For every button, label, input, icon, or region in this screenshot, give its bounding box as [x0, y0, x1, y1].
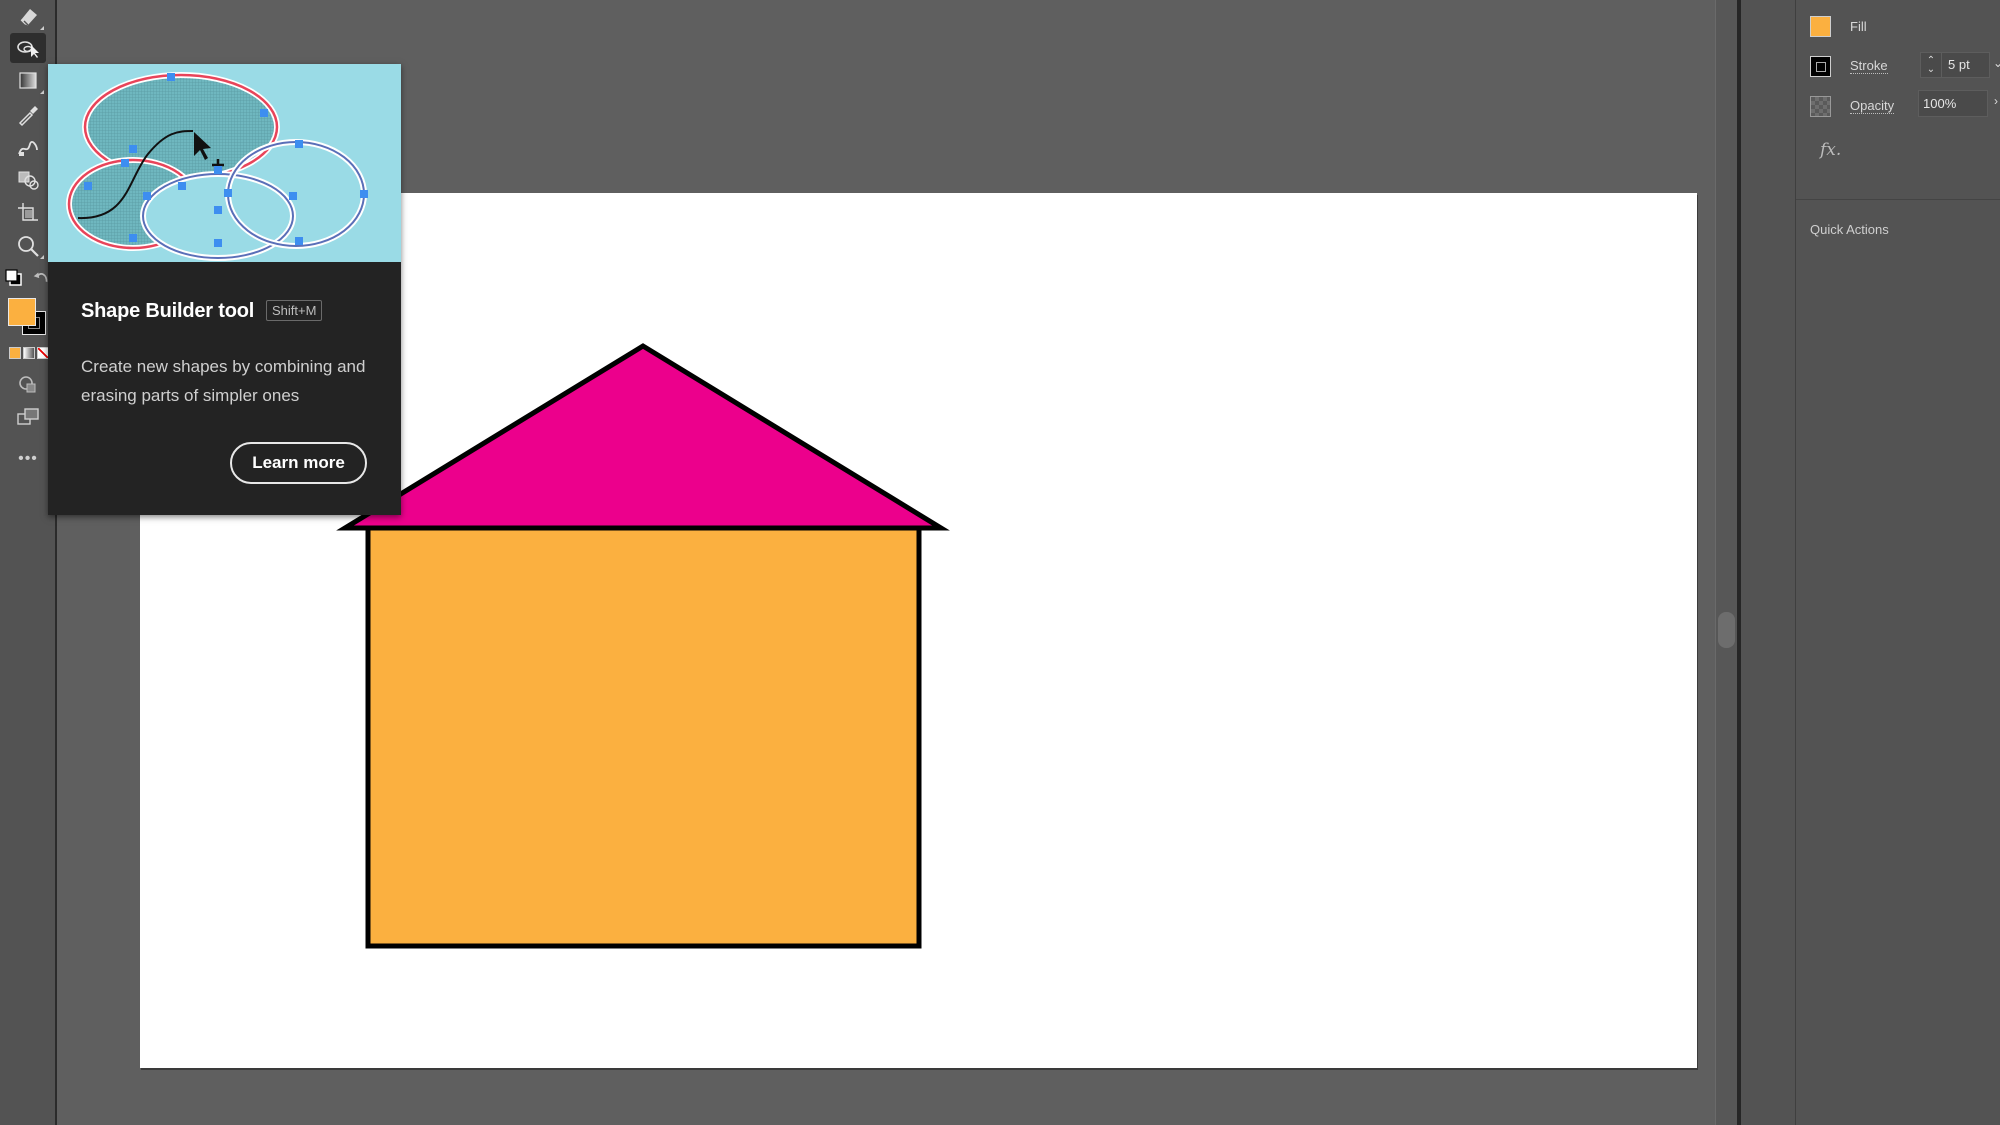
fill-swatch[interactable] [1810, 15, 1831, 37]
opacity-label-link[interactable]: Opacity [1850, 98, 1895, 114]
draw-mode-icon [19, 376, 36, 393]
artboard-icon [18, 203, 38, 221]
fill-color-swatch[interactable] [8, 298, 36, 326]
opacity-row: Opacity [1810, 94, 1895, 118]
color-mode-buttons [9, 347, 49, 359]
shape-builder-tool[interactable] [10, 33, 46, 63]
shape-builder-icon [17, 41, 39, 58]
color-mode-button[interactable] [9, 347, 21, 359]
live-paint-icon [18, 171, 39, 190]
fx-effects-button[interactable]: fx. [1820, 140, 1841, 160]
fill-label: Fill [1850, 18, 1867, 34]
more-tools-button[interactable]: ••• [10, 444, 46, 474]
tool-tooltip: Shape Builder tool Shift+M Create new sh… [48, 64, 401, 515]
eraser-tool[interactable] [10, 2, 46, 32]
collapsed-panel-dock [1741, 0, 1796, 1125]
opacity-swatch[interactable] [1810, 95, 1831, 117]
stroke-weight-dropdown-icon[interactable]: ⌄ [1993, 56, 2000, 70]
vertical-scrollbar[interactable] [1715, 0, 1738, 1125]
chevron-right-icon[interactable]: › [1994, 94, 1998, 108]
opacity-field[interactable]: 100% [1918, 90, 1988, 117]
screen-mode-button[interactable] [10, 402, 46, 432]
keyboard-shortcut-badge: Shift+M [266, 300, 323, 321]
default-colors-icon [5, 269, 22, 286]
eraser-icon [20, 9, 37, 26]
eyedropper-tool[interactable] [10, 99, 46, 129]
stroke-weight-spinner[interactable]: ⌃ ⌄ [1921, 53, 1942, 77]
learn-more-button[interactable]: Learn more [230, 442, 367, 484]
scrollbar-thumb[interactable] [1718, 612, 1735, 648]
stroke-label-link[interactable]: Stroke [1850, 58, 1888, 74]
screen-mode-icon [17, 408, 39, 425]
shape-builder-preview-image [48, 64, 401, 262]
artboard-tool[interactable] [10, 198, 46, 228]
chevron-down-icon: ⌄ [1926, 64, 1936, 75]
eyedropper-icon [18, 106, 38, 127]
live-paint-bucket-tool[interactable] [10, 165, 46, 195]
zoom-tool[interactable] [10, 231, 46, 261]
blend-tool[interactable] [10, 132, 46, 162]
zoom-icon [18, 236, 39, 257]
gradient-icon [19, 72, 37, 89]
gradient-mode-button[interactable] [23, 347, 35, 359]
properties-panel: Fill Stroke ⌃ ⌄ 5 pt ⌄ Opacity 100% › fx.… [1796, 0, 2000, 1125]
tooltip-description: Create new shapes by combining and erasi… [81, 357, 366, 405]
house-wall-rectangle[interactable] [365, 525, 922, 949]
draw-mode-button[interactable] [10, 370, 46, 400]
stroke-swatch[interactable] [1810, 55, 1831, 77]
stroke-weight-value[interactable]: 5 pt [1942, 53, 1970, 77]
fill-row: Fill [1810, 14, 1867, 38]
section-divider [1796, 199, 2000, 200]
tooltip-title: Shape Builder tool [81, 300, 255, 322]
quick-actions-heading: Quick Actions [1810, 222, 1889, 237]
stroke-row: Stroke [1810, 54, 1888, 78]
gradient-tool[interactable] [10, 66, 46, 96]
stroke-weight-field[interactable]: ⌃ ⌄ 5 pt [1920, 52, 1990, 78]
default-fill-stroke-button[interactable] [2, 264, 28, 294]
blend-icon [18, 140, 38, 156]
